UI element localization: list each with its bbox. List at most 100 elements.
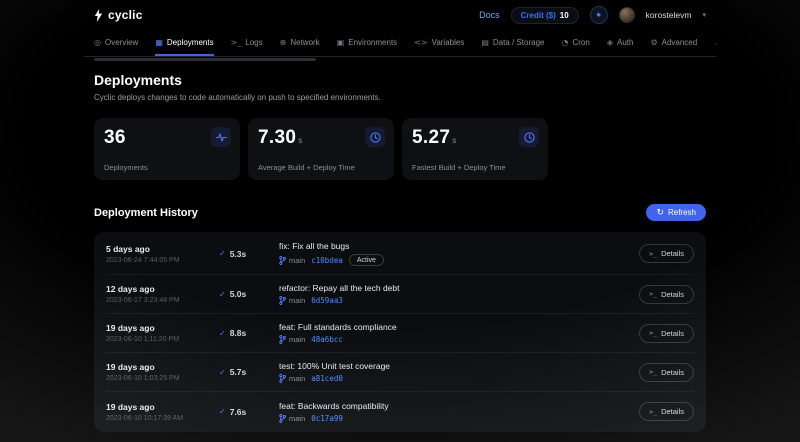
- branch-name: main: [289, 414, 305, 423]
- bolt-icon: [94, 9, 103, 22]
- duration-cell: ✓ 5.3s: [219, 249, 279, 259]
- time-cell: 12 days ago 2023-06-17 3:23:48 PM: [106, 284, 219, 304]
- branch-name: main: [289, 296, 305, 305]
- check-icon: ✓: [219, 329, 226, 338]
- check-icon: ✓: [219, 249, 226, 258]
- details-button[interactable]: >_ Details: [639, 324, 694, 343]
- duration-cell: ✓ 7.6s: [219, 407, 279, 417]
- theme-toggle-button[interactable]: ✦: [590, 6, 608, 24]
- gear-icon: ⚙: [650, 38, 657, 47]
- tab-data-storage[interactable]: ▤ Data / Storage: [481, 30, 544, 56]
- commit-hash-link[interactable]: c10bdea: [311, 256, 343, 265]
- stat-value: 36: [104, 127, 126, 149]
- tab-label: Variables: [432, 38, 465, 47]
- check-icon: ✓: [219, 407, 226, 416]
- credit-value: 10: [560, 11, 569, 20]
- terminal-icon: >_: [649, 250, 657, 258]
- history-title: Deployment History: [94, 207, 198, 219]
- details-label: Details: [661, 329, 684, 338]
- stat-label: Deployments: [104, 163, 148, 172]
- top-header: cyclic Docs Credit ($) 10 ✦ korostelevm …: [84, 0, 716, 30]
- active-badge: Active: [349, 254, 384, 266]
- credit-button[interactable]: Credit ($) 10: [511, 7, 579, 24]
- terminal-icon: >_: [649, 290, 657, 298]
- deployment-history-list: 5 days ago 2023-06-24 7:44:05 PM ✓ 5.3s …: [94, 232, 706, 432]
- stat-value: 7.30: [258, 127, 296, 149]
- tab-label: Deployments: [167, 38, 214, 47]
- tab-variables[interactable]: <> Variables: [414, 30, 464, 56]
- stat-unit: s: [298, 136, 302, 145]
- tab-cron[interactable]: ◔Cron: [562, 30, 590, 56]
- brand-logo[interactable]: cyclic: [94, 8, 143, 22]
- details-button[interactable]: >_ Details: [639, 363, 694, 382]
- tab-label: Cron: [572, 38, 589, 47]
- duration-value: 7.6s: [230, 407, 247, 417]
- timestamp: 2023-06-10 1:03:25 PM: [106, 375, 219, 382]
- refresh-button[interactable]: ↻ Refresh: [646, 204, 706, 221]
- details-button[interactable]: >_ Details: [639, 244, 694, 263]
- avatar[interactable]: [619, 7, 635, 23]
- stat-unit: s: [452, 136, 456, 145]
- main-content: Deployments Cyclic deploys changes to co…: [84, 72, 716, 432]
- terminal-icon: >_: [231, 38, 242, 47]
- tab-overview[interactable]: ◎Overview: [94, 30, 138, 56]
- tab-label: Data / Storage: [493, 38, 545, 47]
- tab-label: Auth: [617, 38, 633, 47]
- git-branch-icon: [279, 256, 286, 265]
- commit-message: test: 100% Unit test coverage: [279, 361, 618, 371]
- database-icon: ▤: [481, 38, 489, 47]
- stat-label: Fastest Build + Deploy Time: [412, 163, 506, 172]
- page-title: Deployments: [94, 72, 706, 88]
- code-icon: <>: [414, 38, 427, 47]
- branch: main: [279, 374, 305, 383]
- tab-admin-truncated[interactable]: ♟Ad: [714, 30, 716, 56]
- nav-tabs: ◎Overview ▦Deployments >_Logs ⊕Network ▣…: [84, 30, 716, 57]
- time-cell: 19 days ago 2023-06-10 1:11:20 PM: [106, 323, 219, 343]
- branch: main: [279, 256, 305, 265]
- tab-label: Advanced: [662, 38, 698, 47]
- terminal-icon: >_: [649, 368, 657, 376]
- tab-advanced[interactable]: ⚙ Advanced: [650, 30, 697, 56]
- duration-value: 8.8s: [230, 328, 247, 338]
- chevron-down-icon[interactable]: ▾: [702, 11, 706, 19]
- credit-label: Credit ($): [521, 11, 556, 20]
- check-icon: ✓: [219, 290, 226, 299]
- git-branch-icon: [279, 374, 286, 383]
- nav-scrollbar[interactable]: [94, 58, 316, 61]
- branch: main: [279, 335, 305, 344]
- details-button[interactable]: >_ Details: [639, 402, 694, 421]
- app-window: cyclic Docs Credit ($) 10 ✦ korostelevm …: [84, 0, 716, 432]
- commit-cell: refactor: Repay all the tech debt main 6…: [279, 283, 618, 305]
- branch: main: [279, 296, 305, 305]
- stat-card-fastest-time: 5.27 s Fastest Build + Deploy Time: [402, 118, 548, 180]
- commit-hash-link[interactable]: 0c17a99: [311, 414, 343, 423]
- refresh-label: Refresh: [668, 208, 696, 217]
- commit-hash-link[interactable]: 6d59aa3: [311, 296, 343, 305]
- relative-time: 19 days ago: [106, 402, 219, 412]
- details-label: Details: [661, 368, 684, 377]
- docs-link[interactable]: Docs: [479, 10, 500, 20]
- terminal-icon: >_: [649, 408, 657, 416]
- commit-hash-link[interactable]: a81ced0: [311, 374, 343, 383]
- check-icon: ✓: [219, 368, 226, 377]
- tab-deployments[interactable]: ▦Deployments: [155, 30, 213, 56]
- clock-icon: ◔: [562, 38, 569, 47]
- username[interactable]: korostelevm: [646, 10, 692, 20]
- tab-logs[interactable]: >_Logs: [231, 30, 263, 56]
- stat-value: 5.27: [412, 127, 450, 149]
- tab-network[interactable]: ⊕Network: [280, 30, 320, 56]
- refresh-icon: ↻: [656, 208, 664, 217]
- tab-auth[interactable]: ◈Auth: [607, 30, 634, 56]
- tab-environments[interactable]: ▣Environments: [337, 30, 397, 56]
- commit-cell: feat: Backwards compatibility main 0c17a…: [279, 401, 618, 423]
- branch-name: main: [289, 335, 305, 344]
- relative-time: 19 days ago: [106, 362, 219, 372]
- tab-label: Environments: [348, 38, 397, 47]
- overview-icon: ◎: [94, 38, 101, 47]
- branch-name: main: [289, 256, 305, 265]
- git-branch-icon: [279, 414, 286, 423]
- git-branch-icon: [279, 335, 286, 344]
- commit-hash-link[interactable]: 48a6bcc: [311, 335, 343, 344]
- history-header: Deployment History ↻ Refresh: [94, 204, 706, 221]
- details-button[interactable]: >_ Details: [639, 285, 694, 304]
